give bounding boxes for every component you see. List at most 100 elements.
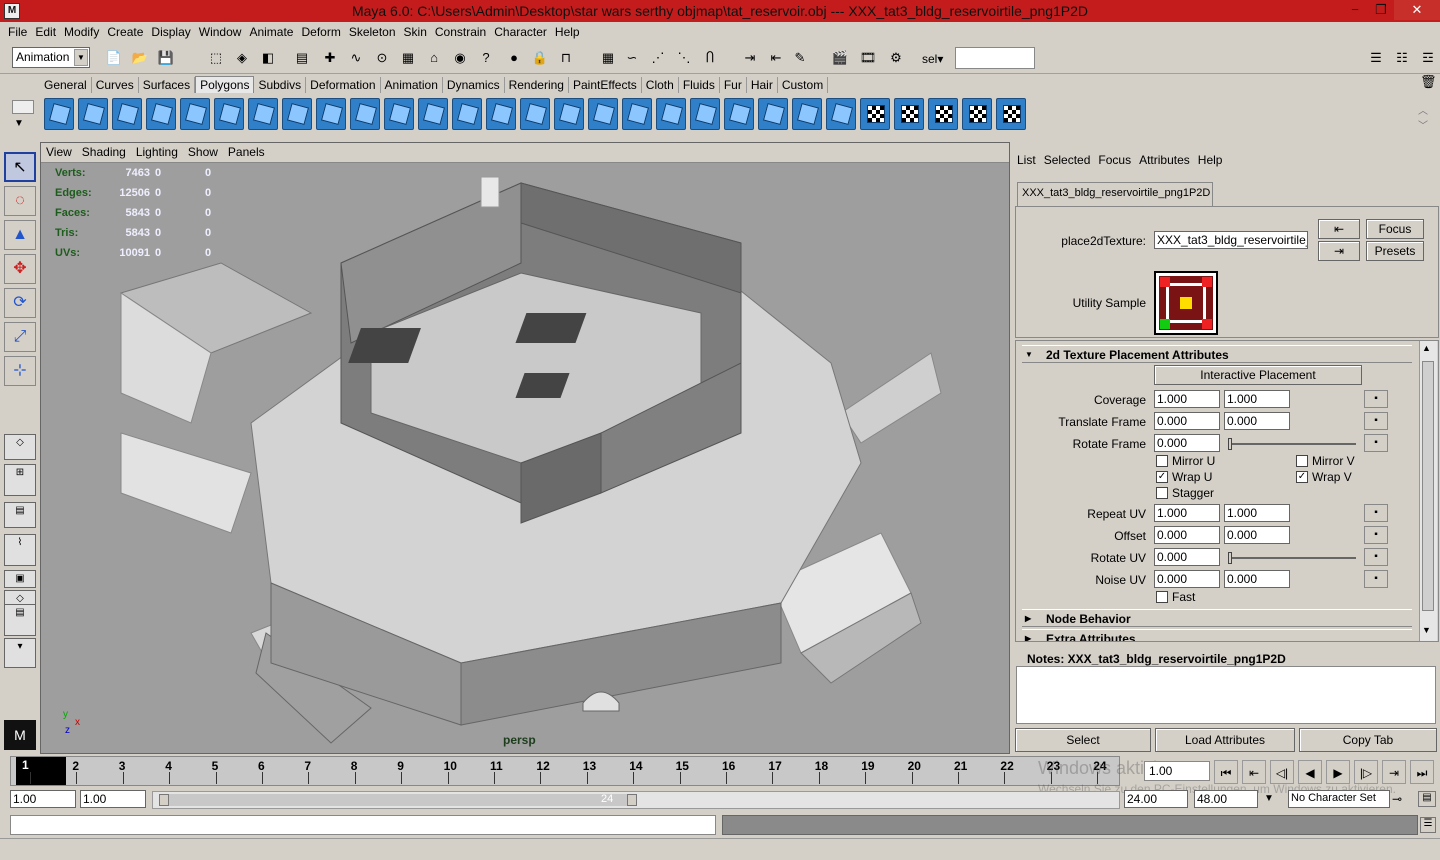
offset-u-field[interactable]: 0.000 [1154, 526, 1220, 544]
wedge-faces-icon[interactable] [622, 98, 652, 130]
map-button-repeat[interactable]: ▪ [1364, 504, 1388, 522]
fast-checkbox[interactable] [1156, 591, 1168, 603]
combine-icon[interactable] [282, 98, 312, 130]
tab-dynamics[interactable]: Dynamics [443, 77, 505, 93]
snap-point-icon[interactable]: ⊙ [372, 48, 392, 68]
presets-button[interactable]: Presets [1366, 241, 1424, 261]
go-input-icon[interactable]: ⇤ [1318, 219, 1360, 239]
range-start-handle[interactable] [159, 794, 169, 806]
menu-set-dropdown[interactable]: Animation ▼ [12, 47, 90, 68]
graph-persp-layout-icon[interactable]: ⌇ [4, 534, 36, 566]
step-back-frame-icon[interactable]: ◁| [1270, 760, 1294, 784]
tab-fluids[interactable]: Fluids [679, 77, 720, 93]
point-snap-icon[interactable]: ⋰ [648, 48, 668, 68]
viewport-menu-show[interactable]: Show [183, 143, 223, 161]
map-button-rotate-uv[interactable]: ▪ [1364, 548, 1388, 566]
save-scene-icon[interactable]: 💾 [156, 48, 176, 68]
step-back-key-icon[interactable]: ⇤ [1242, 760, 1266, 784]
go-output-icon[interactable]: ⇥ [1318, 241, 1360, 261]
triangulate-icon[interactable] [690, 98, 720, 130]
current-frame-field[interactable]: 1.00 [1144, 761, 1210, 781]
range-bar[interactable] [169, 794, 629, 806]
hypershade-layout-icon[interactable]: ▣ [4, 570, 36, 588]
menu-help[interactable]: Help [551, 22, 584, 39]
scale-tool-icon[interactable]: ⤢ [4, 322, 36, 352]
tab-subdivs[interactable]: Subdivs [254, 77, 307, 93]
playback-start-field[interactable]: 1.00 [80, 790, 146, 808]
quick-selection-label[interactable]: sel▾ [922, 52, 943, 66]
menu-file[interactable]: File [0, 22, 31, 39]
section-2d-texture-placement[interactable]: ▼ 2d Texture Placement Attributes [1022, 345, 1412, 363]
playback-end-field[interactable]: 24.00 [1124, 790, 1188, 808]
snap-plane-icon[interactable]: ▦ [398, 48, 418, 68]
character-set-field[interactable]: No Character Set [1288, 790, 1390, 808]
start-time-field[interactable]: 1.00 [10, 790, 76, 808]
viewport-menu-view[interactable]: View [41, 143, 77, 161]
layout-options-icon[interactable]: ▾ [4, 638, 36, 668]
attribute-editor-toggle-icon[interactable]: ☷ [1392, 48, 1412, 68]
offset-v-field[interactable]: 0.000 [1224, 526, 1290, 544]
key-icon[interactable]: ⊸ [1392, 792, 1402, 806]
render-globe-icon[interactable]: ● [504, 48, 524, 68]
poly-torus-icon[interactable] [214, 98, 244, 130]
open-scene-icon[interactable]: 📂 [130, 48, 150, 68]
history-icon[interactable]: ⌂ [424, 48, 444, 68]
menu-deform[interactable]: Deform [297, 22, 344, 39]
mirror-v-checkbox[interactable] [1296, 455, 1308, 467]
repeat-u-field[interactable]: 1.000 [1154, 504, 1220, 522]
menu-character[interactable]: Character [490, 22, 551, 39]
tab-curves[interactable]: Curves [92, 77, 139, 93]
split-polygon-icon[interactable] [486, 98, 516, 130]
maximize-button[interactable]: ❐ [1368, 0, 1394, 20]
time-slider[interactable]: 1 2 3 4 5 6 7 8 9 10 11 12 13 14 15 16 17 18 19 20 21 22 23 24 [10, 756, 1120, 788]
go-to-start-icon[interactable]: ⏮ [1214, 760, 1238, 784]
poly-sphere-icon[interactable] [44, 98, 74, 130]
bevel-icon[interactable] [588, 98, 618, 130]
step-forward-key-icon[interactable]: ⇥ [1382, 760, 1406, 784]
close-button[interactable]: ✕ [1394, 0, 1440, 20]
create-polygon-icon[interactable] [826, 98, 856, 130]
rotate-tool-icon[interactable]: ⟳ [4, 288, 36, 318]
menu-constrain[interactable]: Constrain [431, 22, 490, 39]
viewport-menu-lighting[interactable]: Lighting [131, 143, 183, 161]
ae-menu-attributes[interactable]: Attributes [1135, 153, 1194, 167]
manipulator-tool-icon[interactable]: ⊹ [4, 356, 36, 386]
ae-menu-selected[interactable]: Selected [1040, 153, 1095, 167]
coverage-u-field[interactable]: 1.000 [1154, 390, 1220, 408]
outliner-persp-layout-icon[interactable]: ▤ [4, 502, 36, 528]
cut-faces-icon[interactable] [520, 98, 550, 130]
current-frame-marker[interactable]: 1 [16, 757, 66, 785]
attributes-scrollbar[interactable]: ▲ ▼ [1419, 341, 1437, 641]
chevron-down-icon[interactable]: ▼ [1264, 793, 1274, 804]
interactive-placement-button[interactable]: Interactive Placement [1154, 365, 1362, 385]
menu-display[interactable]: Display [147, 22, 194, 39]
poly-cube-icon[interactable] [78, 98, 108, 130]
scroll-down-icon[interactable]: ▼ [1422, 625, 1431, 635]
snap-grid-icon[interactable]: ✚ [320, 48, 340, 68]
select-hierarchy-icon[interactable]: ⬚ [206, 48, 226, 68]
noise-v-field[interactable]: 0.000 [1224, 570, 1290, 588]
tab-deformation[interactable]: Deformation [306, 77, 381, 93]
script-editor-icon[interactable]: ☰ [1420, 817, 1436, 833]
make-live-icon[interactable]: ◉ [450, 48, 470, 68]
map-button-noise[interactable]: ▪ [1364, 570, 1388, 588]
surface-snap-icon[interactable]: ⋱ [674, 48, 694, 68]
poly-cylinder-icon[interactable] [112, 98, 142, 130]
move-tool-icon[interactable]: ✥ [4, 254, 36, 284]
notes-textarea[interactable] [1016, 666, 1436, 724]
grid-icon[interactable]: ▦ [598, 48, 618, 68]
preferences-icon[interactable]: ▤ [1418, 791, 1436, 807]
poly-pipe-icon[interactable] [248, 98, 278, 130]
map-button-translate[interactable]: ▪ [1364, 412, 1388, 430]
tab-rendering[interactable]: Rendering [505, 77, 569, 93]
stagger-checkbox[interactable] [1156, 487, 1168, 499]
rotate-frame-field[interactable]: 0.000 [1154, 434, 1220, 452]
snap-curve-icon[interactable]: ∿ [346, 48, 366, 68]
extrude-edge-icon[interactable] [452, 98, 482, 130]
poly-cone-icon[interactable] [146, 98, 176, 130]
menu-skeleton[interactable]: Skeleton [345, 22, 400, 39]
minimize-button[interactable]: − [1342, 0, 1368, 20]
select-object-icon[interactable]: ◈ [232, 48, 252, 68]
step-forward-frame-icon[interactable]: |▷ [1354, 760, 1378, 784]
rotate-frame-slider[interactable] [1228, 438, 1356, 450]
